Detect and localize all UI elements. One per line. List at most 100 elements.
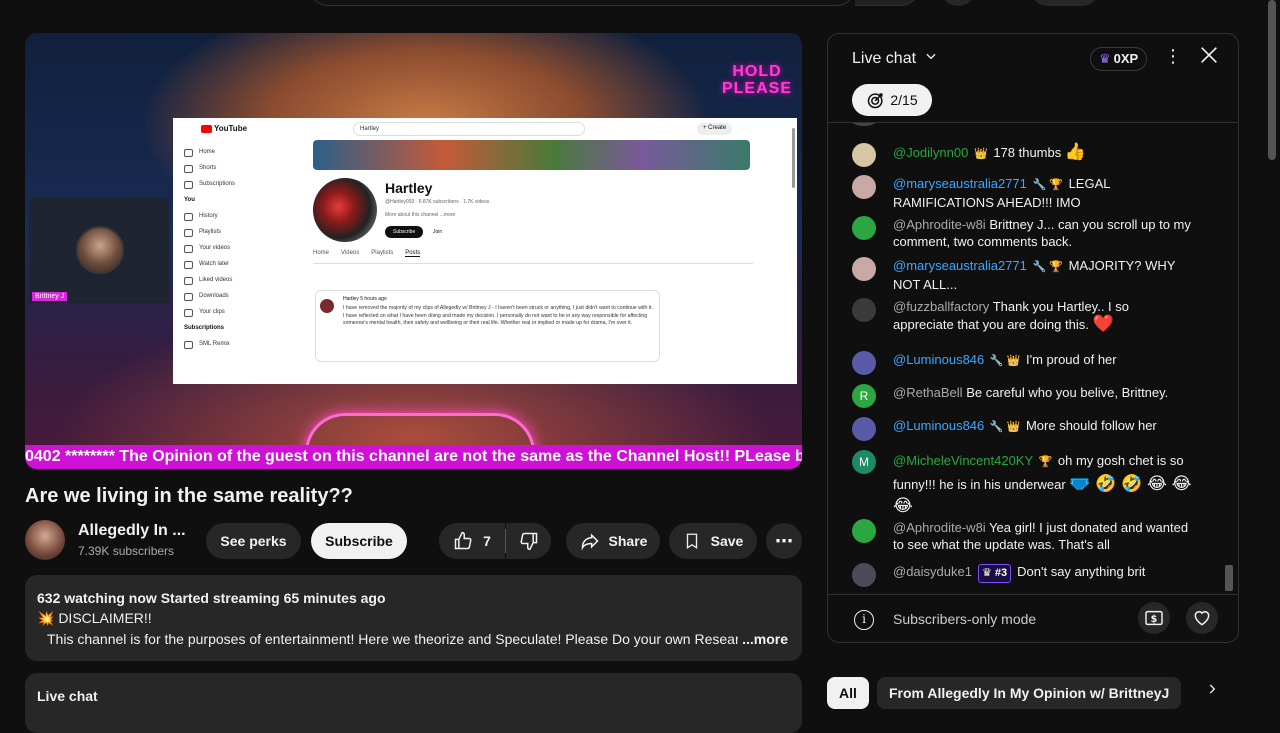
more-vertical-icon[interactable]: ⋮ xyxy=(1164,46,1182,67)
embedded-channel-name: Hartley xyxy=(385,180,433,196)
chat-author[interactable]: @maryseaustralia2771 xyxy=(893,258,1027,273)
chat-message: R @RethaBell Be careful who you belive, … xyxy=(852,384,1192,408)
close-icon[interactable] xyxy=(1198,44,1220,71)
create-button[interactable] xyxy=(1030,0,1100,6)
embedded-channel-meta: @Hartley093 · 6.87K subscribers · 1.7K v… xyxy=(385,199,490,205)
chat-author[interactable]: @Luminous846 xyxy=(893,352,984,367)
chat-author[interactable]: @Aphrodite-w8i xyxy=(893,217,986,232)
chat-message: @Luminous846 🔧 👑 I'm proud of her xyxy=(852,351,1192,375)
thumbs-up-icon xyxy=(454,531,472,550)
chat-author[interactable]: @Jodilynn00 xyxy=(893,145,968,160)
channel-name[interactable]: Allegedly In ... xyxy=(78,522,186,540)
subscribe-button[interactable]: Subscribe xyxy=(311,523,407,559)
embedded-join: Join xyxy=(433,229,443,235)
user-avatar xyxy=(852,417,876,441)
dislike-button[interactable] xyxy=(506,523,551,559)
channel-avatar[interactable] xyxy=(25,520,65,560)
page-scrollbar[interactable] xyxy=(1268,0,1276,160)
chat-emoji: 👍 xyxy=(1064,142,1087,161)
target-icon xyxy=(868,93,883,109)
subscribers-only-mode: Subscribers-only mode xyxy=(893,611,1037,627)
bookmark-icon xyxy=(686,533,697,550)
share-icon xyxy=(581,533,599,551)
subscriber-count: 7.39K subscribers xyxy=(78,544,175,558)
user-avatar: R xyxy=(852,384,876,408)
chat-scrollbar[interactable] xyxy=(1225,565,1233,591)
chat-message: M @MicheleVincent420KY 🏆 oh my gosh chet… xyxy=(852,450,1192,517)
description-box[interactable]: 632 watching now Started streaming 65 mi… xyxy=(25,575,802,661)
embedded-search: Hartley xyxy=(353,122,585,136)
thumbs-down-icon xyxy=(519,532,537,551)
chat-text: Don't say anything brit xyxy=(1017,564,1146,579)
chat-author[interactable]: @fuzzballfactory xyxy=(893,299,989,314)
embedded-subscribe: Subscribe xyxy=(385,226,424,238)
wrench-icon: 🔧 🏆 xyxy=(1032,261,1063,273)
embedded-tabs: Home Videos Playlists Posts xyxy=(313,250,421,257)
webcam-avatar xyxy=(76,226,124,274)
embedded-post: Hartley 5 hours ago I have removed the m… xyxy=(315,290,660,362)
dollar-icon: $ xyxy=(1145,610,1163,626)
video-title: Are we living in the same reality?? xyxy=(25,485,353,507)
chevron-down-icon[interactable] xyxy=(924,49,938,66)
chat-author[interactable]: @Luminous846 xyxy=(893,418,984,433)
chat-author[interactable]: @maryseaustralia2771 xyxy=(893,176,1027,191)
live-chat-section: Live chat xyxy=(25,673,802,733)
user-avatar xyxy=(852,143,876,167)
channel-avatar xyxy=(313,178,377,242)
show-more-link[interactable]: ...more xyxy=(738,631,788,647)
chat-text: I'm proud of her xyxy=(1025,352,1117,367)
chat-message: @daisyduke1 ♛ #3 Don't say anything brit xyxy=(852,563,1192,587)
wrench-icon: 🔧 🏆 xyxy=(1032,179,1063,191)
super-chat-button[interactable]: $ xyxy=(1138,602,1170,634)
chevron-right-icon[interactable] xyxy=(1205,681,1219,702)
live-chat-section-title: Live chat xyxy=(37,688,98,704)
save-button[interactable]: Save xyxy=(669,523,757,559)
info-icon[interactable]: i xyxy=(854,610,874,630)
chat-author[interactable]: @daisyduke1 xyxy=(893,564,972,579)
chip-from-channel[interactable]: From Allegedly In My Opinion w/ Brittney… xyxy=(877,677,1182,709)
webcam-overlay: Brittney J xyxy=(29,198,169,303)
webcam-name-tag: Brittney J xyxy=(32,292,68,301)
live-chat-panel: Live chat ♛ 0XP ⋮ 2/15 @Jodilynn00 👑 178 … xyxy=(827,33,1239,643)
embedded-scrollbar xyxy=(792,128,795,188)
more-horizontal-icon: ⋯ xyxy=(775,530,793,551)
see-perks-button[interactable]: See perks xyxy=(206,523,301,559)
ticker-banner: 0402 ******** The Opinion of the guest o… xyxy=(25,445,802,469)
more-actions-button[interactable]: ⋯ xyxy=(766,523,802,559)
chat-goal-pill[interactable]: 2/15 xyxy=(852,84,932,116)
search-input[interactable] xyxy=(310,0,855,6)
youtube-logo: YouTube xyxy=(201,124,247,133)
chat-text: Be careful who you belive, Brittney. xyxy=(966,385,1169,400)
post-text: I have removed the majority of my clips … xyxy=(343,305,653,326)
rank-badge: ♛ #3 xyxy=(977,564,1012,583)
heart-emoji: ❤️ xyxy=(1092,314,1114,333)
user-avatar xyxy=(852,519,876,543)
video-player[interactable]: HOLD PLEASE Brittney J YouTube Hartley +… xyxy=(25,33,802,469)
voice-search-button[interactable] xyxy=(940,0,976,6)
user-avatar xyxy=(852,563,876,587)
chat-author[interactable]: @Aphrodite-w8i xyxy=(893,520,986,535)
svg-text:$: $ xyxy=(1151,614,1158,625)
chat-message: @Jodilynn00 👑 178 thumbs 👍 xyxy=(852,142,1192,167)
chat-author[interactable]: @MicheleVincent420KY xyxy=(893,453,1033,468)
heart-icon[interactable] xyxy=(1186,602,1218,634)
view-stats: 632 watching now Started streaming 65 mi… xyxy=(37,590,386,606)
chat-message: @Luminous846 🔧 👑 More should follow her xyxy=(852,417,1192,441)
share-button[interactable]: Share xyxy=(566,523,660,559)
chat-author[interactable]: @RethaBell xyxy=(893,385,963,400)
chat-title[interactable]: Live chat xyxy=(852,50,916,68)
chip-all[interactable]: All xyxy=(827,677,869,709)
description-line-1: 💥 DISCLAIMER!! xyxy=(37,610,152,626)
user-avatar xyxy=(852,216,876,240)
like-button[interactable]: 7 xyxy=(439,523,505,559)
xp-badge[interactable]: ♛ 0XP xyxy=(1090,47,1148,71)
chat-message: @fuzzballfactory Thank you Hartley.. I s… xyxy=(852,298,1192,333)
embedded-channel-about: More about this channel ...more xyxy=(385,212,456,218)
crown-icon: ♛ xyxy=(1099,51,1111,66)
embedded-topbar: YouTube Hartley + Create xyxy=(173,118,797,140)
post-header: Hartley 5 hours ago xyxy=(343,296,387,302)
member-badge-icon: 🏆 xyxy=(1038,456,1053,468)
search-button[interactable] xyxy=(855,0,919,6)
hold-please-overlay: HOLD PLEASE xyxy=(721,63,792,97)
chat-footer-divider xyxy=(828,594,1238,595)
